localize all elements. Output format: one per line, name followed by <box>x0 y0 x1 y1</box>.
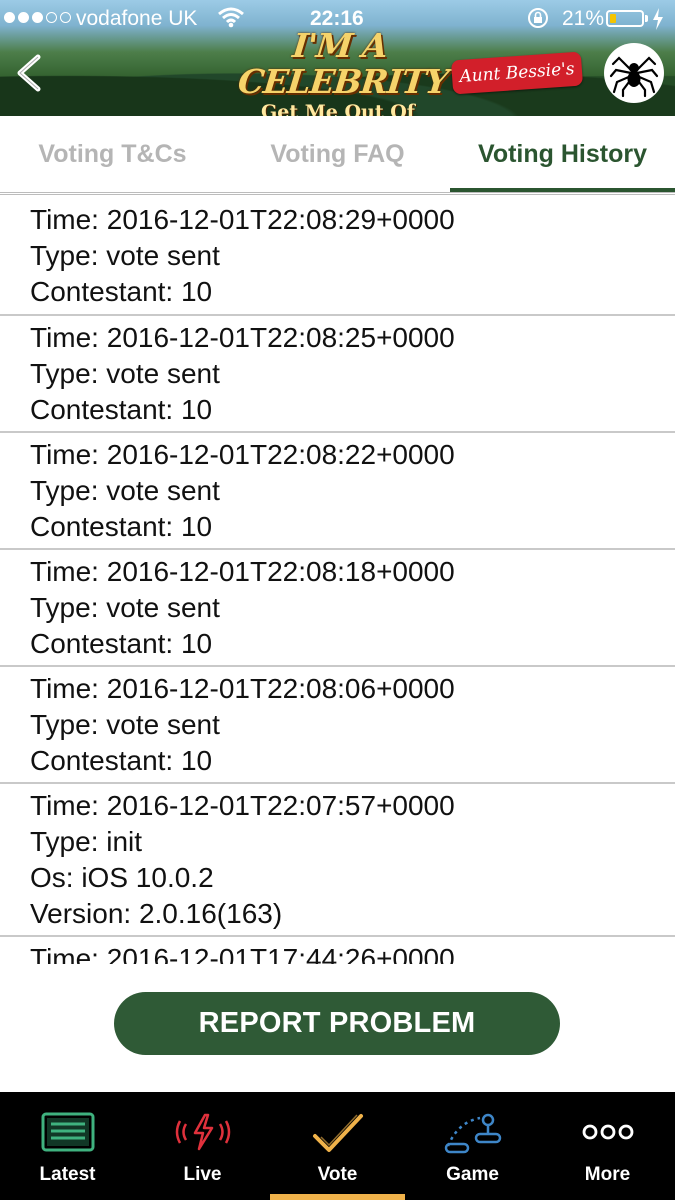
battery-percent: 21% <box>562 7 605 30</box>
list-item: Time: 2016-12-01T22:08:06+0000 Type: vot… <box>0 667 675 784</box>
battery-icon <box>606 10 644 27</box>
joystick-icon <box>444 1113 501 1154</box>
entry-time: Time: 2016-12-01T22:08:25+0000 <box>30 322 455 353</box>
tab-voting-tcs[interactable]: Voting T&Cs <box>0 116 225 192</box>
entry-time: Time: 2016-12-01T22:08:22+0000 <box>30 439 455 470</box>
list-item: Time: 2016-12-01T22:08:18+0000 Type: vot… <box>0 550 675 667</box>
back-arrow-icon[interactable] <box>10 52 52 94</box>
voting-tabs: Voting T&Cs Voting FAQ Voting History <box>0 116 675 192</box>
entry-contestant: Contestant: 10 <box>30 628 213 659</box>
entry-time: Time: 2016-12-01T22:08:06+0000 <box>30 673 455 704</box>
entry-os: Os: iOS 10.0.2 <box>30 862 214 893</box>
logo-subtitle: Get Me Out Of Here! <box>261 101 415 116</box>
logo-title: I'M A CELEBRITY <box>236 26 450 101</box>
entry-type: Type: init <box>30 826 143 857</box>
more-dots-icon <box>582 1124 633 1140</box>
checkmark-icon <box>312 1114 363 1152</box>
bottom-navigation: Latest Live Vote Game More <box>0 1092 675 1200</box>
live-lightning-icon <box>175 1113 230 1151</box>
nav-item-vote[interactable]: Vote <box>270 1092 405 1200</box>
entry-type: Type: vote sent <box>30 475 220 506</box>
charging-icon <box>653 8 663 30</box>
carrier-name: vodafone UK <box>76 7 198 30</box>
nav-item-game[interactable]: Game <box>405 1092 540 1200</box>
entry-version: Version: 2.0.16(163) <box>30 898 283 929</box>
entry-contestant: Contestant: 10 <box>30 276 213 307</box>
tab-voting-faq[interactable]: Voting FAQ <box>225 116 450 192</box>
voting-history-list[interactable]: Time: 2016-12-01T22:08:29+0000 Type: vot… <box>0 196 675 964</box>
orientation-lock-icon <box>528 8 548 28</box>
spider-glyph-icon <box>609 56 659 98</box>
app-header: vodafone UK 22:16 21% I'M A CELEBRITY Ge… <box>0 0 675 116</box>
nav-label-more: More <box>584 1164 631 1185</box>
entry-contestant: Contestant: 10 <box>30 511 213 542</box>
wifi-icon <box>218 7 244 28</box>
list-item: Time: 2016-12-01T22:08:25+0000 Type: vot… <box>0 316 675 433</box>
entry-type: Type: vote sent <box>30 592 220 623</box>
list-item: Time: 2016-12-01T22:07:57+0000 Type: ini… <box>0 784 675 937</box>
battery-tip <box>645 15 648 22</box>
report-problem-button[interactable]: REPORT PROBLEM <box>114 992 560 1055</box>
list-item: Time: 2016-12-01T17:44:26+0000 <box>0 937 675 964</box>
news-list-icon <box>41 1112 94 1152</box>
tabs-divider <box>0 192 675 195</box>
entry-time: Time: 2016-12-01T22:08:18+0000 <box>30 556 455 587</box>
signal-strength-icon <box>4 12 71 23</box>
nav-item-latest[interactable]: Latest <box>0 1092 135 1200</box>
entry-type: Type: vote sent <box>30 358 220 389</box>
show-logo: I'M A CELEBRITY Get Me Out Of Here! <box>236 26 450 116</box>
entry-contestant: Contestant: 10 <box>30 745 213 776</box>
nav-item-more[interactable]: More <box>540 1092 675 1200</box>
nav-label-live: Live <box>183 1164 222 1185</box>
entry-contestant: Contestant: 10 <box>30 394 213 425</box>
nav-label-vote: Vote <box>317 1164 358 1185</box>
nav-label-latest: Latest <box>39 1164 96 1185</box>
nav-label-game: Game <box>446 1164 499 1185</box>
list-item: Time: 2016-12-01T22:08:29+0000 Type: vot… <box>0 196 675 316</box>
entry-time: Time: 2016-12-01T22:08:29+0000 <box>30 204 455 235</box>
entry-type: Type: vote sent <box>30 240 220 271</box>
entry-time: Time: 2016-12-01T22:07:57+0000 <box>30 790 455 821</box>
list-item: Time: 2016-12-01T22:08:22+0000 Type: vot… <box>0 433 675 550</box>
nav-item-live[interactable]: Live <box>135 1092 270 1200</box>
spider-icon[interactable] <box>604 43 664 103</box>
entry-time: Time: 2016-12-01T17:44:26+0000 <box>30 943 455 964</box>
tab-voting-history[interactable]: Voting History <box>450 116 675 192</box>
entry-type: Type: vote sent <box>30 709 220 740</box>
